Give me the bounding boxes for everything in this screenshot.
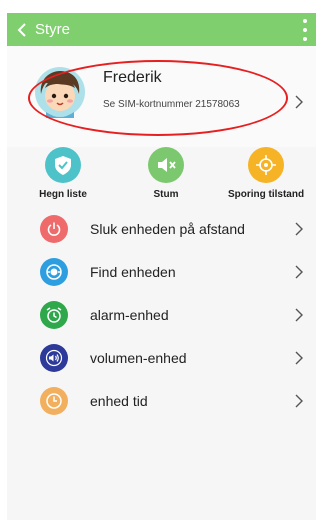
tracking-mode-button[interactable]: Sporing tilstand [221,147,311,200]
chevron-right-icon [295,95,303,109]
radar-icon [46,264,62,280]
quick-action-label: Stum [153,189,179,200]
menu-icon-circle [40,301,68,329]
volume-icon [45,349,63,367]
chevron-right-icon [295,222,303,236]
menu-item-label: alarm-enhed [90,307,169,323]
menu-item-label: Sluk enheden på afstand [90,221,245,237]
menu-icon-circle [40,215,68,243]
menu-item-remote-shutdown[interactable]: Sluk enheden på afstand [7,209,316,252]
chevron-right-icon [295,351,303,365]
mute-button[interactable]: Stum [121,147,211,200]
quick-actions: Hegn liste Stum Sporing tilstand [7,147,316,207]
quick-action-label: Sporing tilstand [227,189,305,200]
page-title: Styre [35,21,71,38]
chevron-right-icon [295,308,303,322]
dot-icon [303,27,307,32]
shield-check-icon [55,156,71,175]
menu-item-volume[interactable]: volumen-enhed [7,338,316,381]
phone-screen: Styre Frederik Se SIM-kortnummer 2157806… [7,13,316,520]
fence-list-button[interactable]: Hegn liste [18,147,108,200]
chevron-left-icon [17,22,26,37]
menu-icon-circle [40,344,68,372]
clock-icon [46,393,62,409]
menu-item-device-time[interactable]: enhed tid [7,381,316,424]
dot-icon [303,18,307,23]
device-profile-card[interactable]: Frederik Se SIM-kortnummer 21578063 [7,46,316,147]
menu-item-label: enhed tid [90,393,148,409]
quick-action-circle [148,147,184,183]
quick-action-label: Hegn liste [39,189,87,200]
settings-list: Sluk enheden på afstand Find enheden ala… [7,209,316,424]
power-icon [47,222,61,236]
dot-icon [303,36,307,41]
menu-item-label: volumen-enhed [90,350,187,366]
menu-item-alarm[interactable]: alarm-enhed [7,295,316,338]
more-menu-button[interactable] [298,16,312,43]
quick-action-circle [248,147,284,183]
app-bar: Styre [7,13,316,46]
menu-icon-circle [40,258,68,286]
crosshair-icon [256,155,276,175]
menu-item-label: Find enheden [90,264,176,280]
chevron-right-icon [295,394,303,408]
alarm-clock-icon [46,307,62,323]
menu-item-find-device[interactable]: Find enheden [7,252,316,295]
back-button[interactable] [11,13,33,46]
annotation-ellipse [28,60,288,136]
speaker-mute-icon [158,158,176,172]
menu-icon-circle [40,387,68,415]
quick-action-circle [45,147,81,183]
chevron-right-icon [295,265,303,279]
